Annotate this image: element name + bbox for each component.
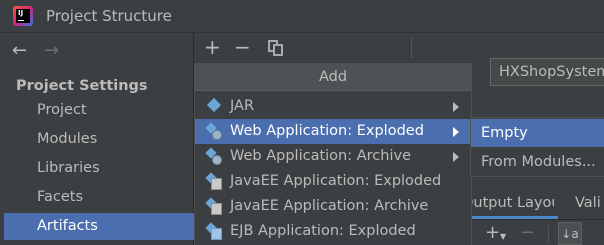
menu-item-label: JavaEE Application: Archive — [230, 198, 429, 214]
menu-item-ejb-exploded[interactable]: EJB Application: Exploded — [195, 219, 471, 244]
ejb-exploded-icon — [205, 222, 222, 240]
sidebar-item-facets[interactable]: Facets — [4, 184, 194, 211]
tab-validation[interactable]: Vali — [575, 190, 601, 216]
javaee-exploded-icon — [205, 172, 222, 190]
sidebar-item-libraries[interactable]: Libraries — [4, 155, 194, 182]
add-element-icon[interactable]: + — [485, 222, 500, 243]
sidebar-item-artifacts[interactable]: Artifacts — [4, 213, 194, 240]
menu-item-label: Web Application: Archive — [230, 148, 411, 164]
menu-item-label: JavaEE Application: Exploded — [230, 173, 442, 189]
bottom-toolbar-divider — [548, 225, 549, 243]
sidebar-item-modules[interactable]: Modules — [4, 126, 194, 153]
tab-output-layout-label: Output Layout — [470, 195, 554, 211]
web-exploded-icon — [205, 122, 222, 140]
javaee-archive-icon — [205, 197, 222, 215]
sidebar-item-project[interactable]: Project — [4, 97, 194, 124]
menu-item-label: Web Application: Exploded — [230, 123, 424, 139]
submenu-item-empty[interactable]: Empty — [471, 119, 604, 147]
back-arrow-icon[interactable]: ← — [12, 40, 27, 61]
menu-item-javaee-exploded[interactable]: JavaEE Application: Exploded — [195, 169, 471, 194]
copy-icon[interactable] — [268, 40, 284, 56]
artifact-name-field[interactable]: HXShopSystem — [490, 58, 604, 86]
web-exploded-submenu: Empty From Modules... — [470, 117, 604, 177]
menu-item-label: JAR — [230, 98, 255, 114]
submenu-item-from-modules[interactable]: From Modules... — [471, 148, 604, 176]
menu-item-web-archive[interactable]: Web Application: Archive — [195, 144, 471, 169]
window-title: Project Structure — [46, 7, 172, 25]
remove-icon[interactable]: − — [234, 35, 251, 59]
remove-element-icon: − — [520, 222, 536, 243]
submenu-arrow-icon — [453, 102, 459, 112]
menu-header: Add — [195, 64, 471, 91]
title-bar: IJ Project Structure — [0, 0, 604, 33]
intellij-logo-icon: IJ — [13, 6, 33, 26]
jar-icon — [206, 97, 222, 115]
add-artifact-menu: Add JAR Web Application: Exploded Web Ap… — [194, 63, 472, 245]
logo-mark: IJ — [18, 9, 24, 17]
forward-arrow-icon: → — [44, 40, 60, 61]
section-title-project-settings: Project Settings — [16, 78, 148, 94]
menu-item-javaee-archive[interactable]: JavaEE Application: Archive — [195, 194, 471, 219]
toolbar-divider — [411, 38, 412, 58]
menu-item-jar[interactable]: JAR — [195, 94, 471, 119]
tab-divider — [470, 219, 604, 220]
submenu-arrow-icon — [453, 127, 459, 137]
menu-item-label: EJB Application: Exploded — [230, 223, 416, 239]
tab-output-layout[interactable]: Output Layout — [470, 190, 554, 218]
menu-item-web-exploded[interactable]: Web Application: Exploded — [195, 119, 471, 144]
sidebar: ← → Project Settings Project Modules Lib… — [0, 33, 194, 245]
web-archive-icon — [205, 147, 222, 165]
add-icon[interactable]: + — [204, 35, 221, 59]
submenu-arrow-icon — [453, 152, 459, 162]
sort-icon[interactable]: ↓a — [558, 222, 582, 245]
chevron-down-icon: ▼ — [500, 232, 507, 241]
